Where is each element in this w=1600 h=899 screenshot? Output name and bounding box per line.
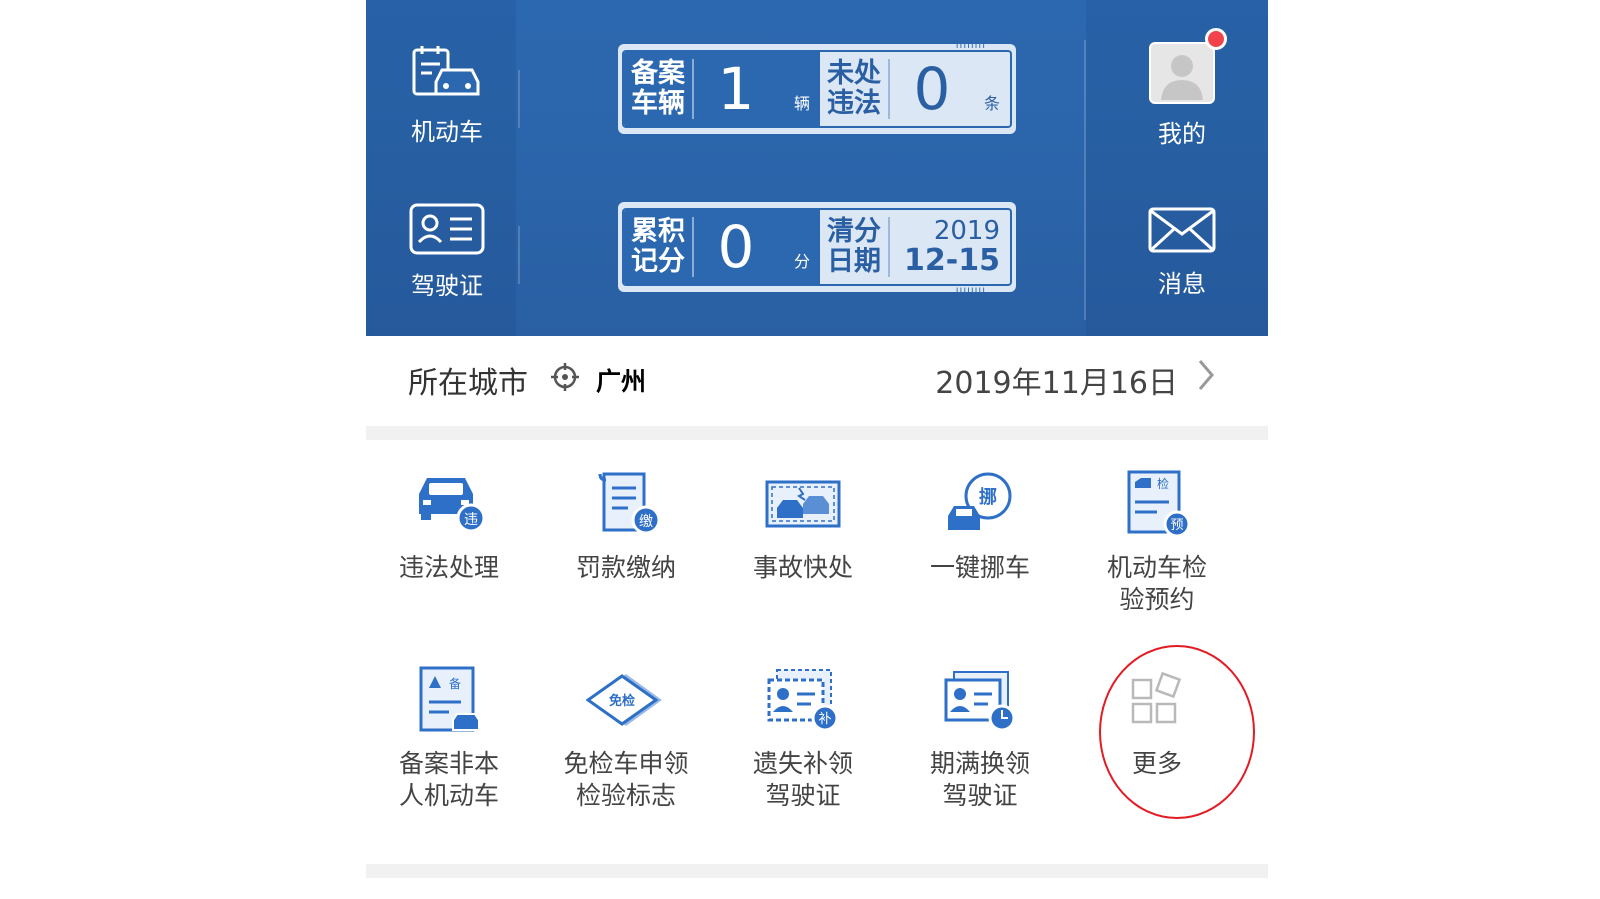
registered-vehicles-title: 备案 车辆 [624,59,694,119]
points-section: 累积 记分 0 分 [624,210,820,284]
car-document-icon [412,46,480,96]
exempt-sticker-icon: 免检 [586,674,662,726]
vehicle-summary-card[interactable]: 备案 车辆 1 辆 未处 违法 0 条 ıııııııı [618,40,1016,134]
service-register-vehicle[interactable]: 备 备案非本 人机动车 [366,664,539,812]
mine-label: 我的 [1158,120,1206,148]
current-date: 2019年11月16日 [935,366,1178,401]
license-label: 驾驶证 [411,272,483,300]
service-label: 备案非本 人机动车 [398,749,499,810]
register-vehicle-icon: 备 [419,666,480,732]
service-label: 期满换领 驾驶证 [929,749,1030,810]
service-label: 违法处理 [398,553,499,582]
service-exempt-sticker[interactable]: 免检 免检车申领 检验标志 [536,664,716,812]
service-move-car[interactable]: 挪 一键挪车 [890,468,1070,584]
points-summary-card[interactable]: 累积 记分 0 分 清分 日期 2019 12-15 ıııııııı [618,202,1016,296]
section-divider [366,864,1268,878]
avatar [1149,28,1227,108]
svg-text:备: 备 [449,677,461,691]
envelope-icon [1148,207,1216,253]
mine-entry[interactable]: 我的 [1117,28,1247,149]
service-label: 事故快处 [752,553,853,582]
svg-text:预: 预 [1170,518,1183,533]
clear-date-title: 清分 日期 [820,217,890,277]
clear-date-section: 清分 日期 2019 12-15 [820,210,1010,284]
violations-section: 未处 违法 0 条 [820,52,1010,126]
service-fine[interactable]: 缴 罚款缴纳 [536,468,716,584]
license-entry[interactable]: 驾驶证 [382,202,512,301]
service-renew-license[interactable]: 期满换领 驾驶证 [890,664,1070,812]
app-screen: 机动车 驾驶证 我的 消息 备案 车辆 1 辆 未处 违法 0 条 ıııııı… [366,0,1268,899]
accident-icon [765,480,841,528]
card-perforation: ıııııııı [955,285,986,296]
notification-dot [1205,28,1227,50]
registered-vehicles-section: 备案 车辆 1 辆 [624,52,820,126]
fine-payment-icon: 缴 [598,472,661,535]
svg-text:补: 补 [818,712,831,727]
avatar-icon [1149,42,1215,104]
service-violation[interactable]: 违 违法处理 [366,468,539,584]
registered-vehicles-unit: 辆 [793,94,810,113]
city-name[interactable]: 广州 [596,362,646,398]
car-violation-icon: 违 [419,478,486,533]
svg-text:违: 违 [464,512,478,528]
renew-license-icon [944,671,1016,732]
registered-vehicles-count: 1 [717,55,755,123]
svg-text:免检: 免检 [609,693,635,709]
inspection-booking-icon: 检 预 [1127,470,1191,538]
divider [1084,40,1086,320]
vehicle-label: 机动车 [411,118,483,146]
city-label: 所在城市 [408,366,528,401]
messages-label: 消息 [1158,270,1206,298]
replace-license-icon: 补 [767,669,839,732]
header-panel: 机动车 驾驶证 我的 消息 备案 车辆 1 辆 未处 违法 0 条 ıııııı… [366,0,1268,336]
service-label: 罚款缴纳 [575,553,676,582]
vehicle-entry[interactable]: 机动车 [382,44,512,147]
messages-entry[interactable]: 消息 [1117,206,1247,299]
violations-count: 0 [913,55,951,123]
card-perforation: ıııııııı [955,40,986,51]
highlight-circle [1099,645,1255,819]
section-divider [366,426,1268,440]
service-label: 一键挪车 [929,553,1030,582]
svg-text:检: 检 [1157,476,1169,491]
chevron-right-icon[interactable] [1196,358,1216,392]
svg-text:挪: 挪 [979,486,997,508]
divider [518,70,520,128]
service-label: 遗失补领 驾驶证 [752,749,853,810]
service-label: 机动车检 验预约 [1106,553,1207,614]
city-row[interactable]: 所在城市 广州 2019年11月16日 [366,336,1268,416]
clear-date-year: 2019 [933,216,1000,246]
service-replace-license[interactable]: 补 遗失补领 驾驶证 [713,664,893,812]
move-car-icon: 挪 [948,472,1012,530]
divider [518,226,520,284]
clear-date-day: 12-15 [904,243,1000,278]
id-card-icon [409,203,485,255]
locate-icon[interactable] [550,362,580,392]
violations-title: 未处 违法 [820,59,890,119]
service-accident[interactable]: 事故快处 [713,468,893,584]
service-inspection[interactable]: 检 预 机动车检 验预约 [1067,468,1247,616]
points-unit: 分 [793,252,810,271]
points-value: 0 [717,213,755,281]
svg-text:缴: 缴 [639,514,653,530]
points-title: 累积 记分 [624,217,694,277]
violations-unit: 条 [983,94,1000,113]
service-label: 免检车申领 检验标志 [563,749,689,810]
